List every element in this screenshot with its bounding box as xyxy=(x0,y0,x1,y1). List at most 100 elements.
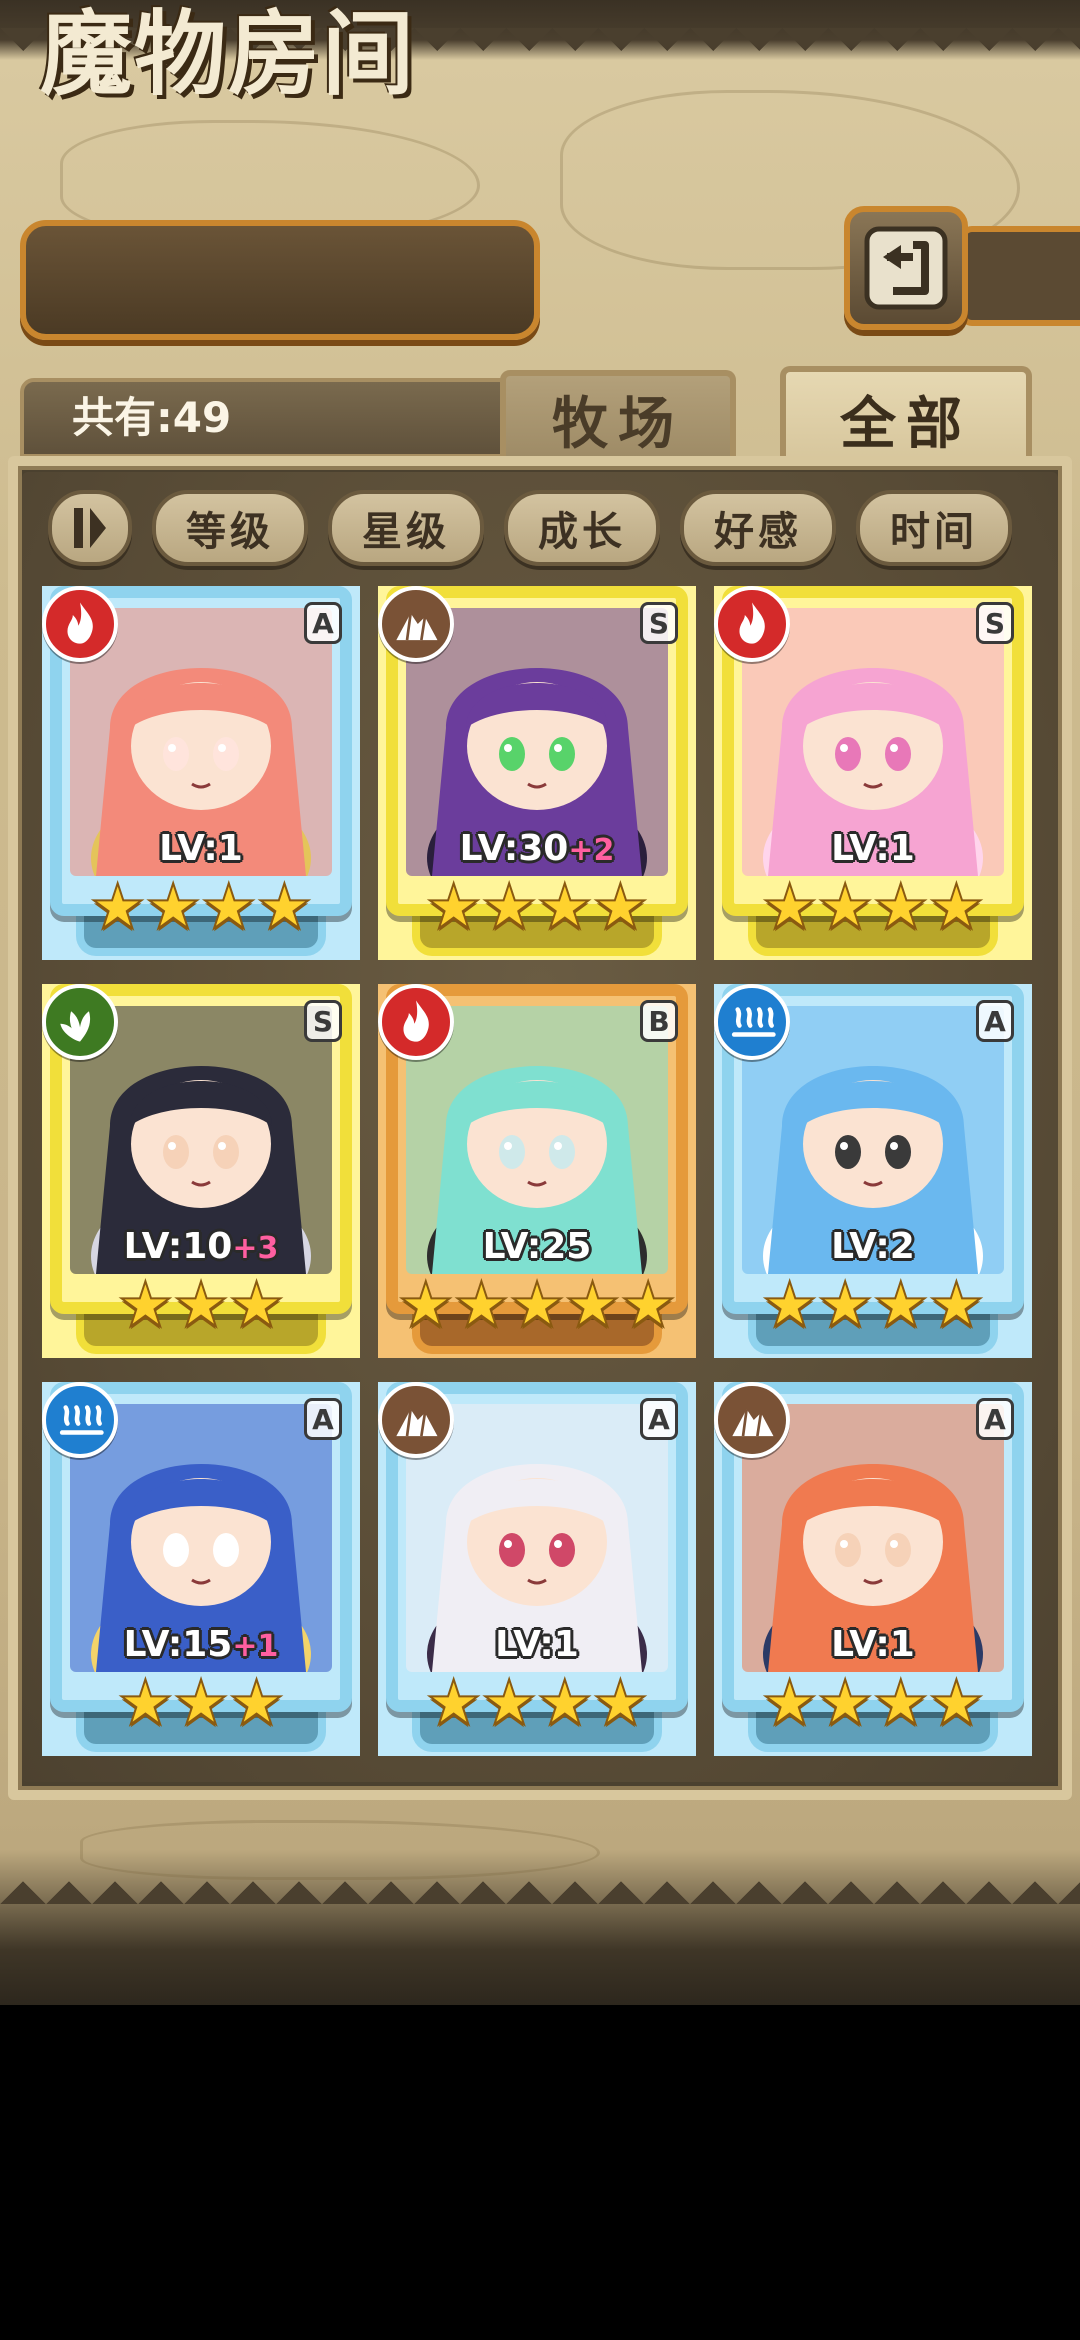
star-rating: ★ ★ ★ ★ xyxy=(42,872,360,942)
rank-badge: A xyxy=(976,1398,1014,1440)
star-icon: ★ xyxy=(761,1268,819,1341)
star-icon: ★ xyxy=(872,870,930,943)
earth-element-icon xyxy=(378,586,454,662)
monster-card[interactable]: S LV:10+3 ★ ★ ★ xyxy=(42,984,360,1358)
star-icon: ★ xyxy=(508,1268,566,1341)
monster-card[interactable]: A LV:15+1 ★ ★ ★ xyxy=(42,1382,360,1756)
star-icon: ★ xyxy=(425,1666,483,1739)
level-label: LV:15+1 xyxy=(42,1624,360,1665)
level-value: LV:15 xyxy=(123,1624,233,1665)
game-screen: 魔物房间 共有:49 牧场 全部 等级 星级 成长 好感 时间 A LV:1 ★ ★ ★… xyxy=(0,0,1080,2005)
star-icon: ★ xyxy=(228,1268,286,1341)
tab-all[interactable]: 全部 xyxy=(780,366,1032,466)
monster-card[interactable]: S LV:30+2 ★ ★ ★ ★ xyxy=(378,586,696,960)
level-label: LV:30+2 xyxy=(378,828,696,869)
fire-element-icon xyxy=(378,984,454,1060)
level-value: LV:30 xyxy=(459,828,569,869)
star-icon: ★ xyxy=(144,870,202,943)
sort-order-icon xyxy=(74,508,106,548)
rank-badge: A xyxy=(976,1000,1014,1042)
rank-badge: B xyxy=(640,1000,678,1042)
star-icon: ★ xyxy=(592,1666,650,1739)
page-title: 魔物房间 xyxy=(40,0,417,108)
sort-affection-button[interactable]: 好感 xyxy=(680,490,836,566)
star-icon: ★ xyxy=(928,870,986,943)
star-rating: ★ ★ ★ ★ xyxy=(378,872,696,942)
sort-star-button[interactable]: 星级 xyxy=(328,490,484,566)
monster-card[interactable]: A LV:2 ★ ★ ★ ★ xyxy=(714,984,1032,1358)
star-rating: ★ ★ ★ ★ xyxy=(714,872,1032,942)
star-rating: ★ ★ ★ xyxy=(42,1668,360,1738)
level-label: LV:1 xyxy=(714,828,1032,869)
level-label: LV:1 xyxy=(378,1624,696,1665)
star-icon: ★ xyxy=(872,1268,930,1341)
star-rating: ★ ★ ★ xyxy=(42,1270,360,1340)
star-icon: ★ xyxy=(564,1268,622,1341)
fire-element-icon xyxy=(714,586,790,662)
level-label: LV:1 xyxy=(42,828,360,869)
star-icon: ★ xyxy=(592,870,650,943)
star-icon: ★ xyxy=(536,870,594,943)
sort-growth-button[interactable]: 成长 xyxy=(504,490,660,566)
star-icon: ★ xyxy=(228,1666,286,1739)
back-rail xyxy=(960,226,1080,326)
rank-badge: A xyxy=(304,602,342,644)
water-element-icon xyxy=(42,1382,118,1458)
earth-element-icon xyxy=(714,1382,790,1458)
rank-badge: S xyxy=(640,602,678,644)
level-value: LV:1 xyxy=(831,1624,915,1665)
star-rating: ★ ★ ★ ★ xyxy=(714,1668,1032,1738)
star-icon: ★ xyxy=(117,1268,175,1341)
tab-ranch[interactable]: 牧场 xyxy=(500,370,736,462)
star-icon: ★ xyxy=(872,1666,930,1739)
star-icon: ★ xyxy=(397,1268,455,1341)
star-icon: ★ xyxy=(89,870,147,943)
star-icon: ★ xyxy=(453,1268,511,1341)
fire-element-icon xyxy=(42,586,118,662)
level-value: LV:10 xyxy=(123,1226,233,1267)
sort-toggle-button[interactable] xyxy=(48,490,132,566)
sort-level-button[interactable]: 等级 xyxy=(152,490,308,566)
monster-card[interactable]: A LV:1 ★ ★ ★ ★ xyxy=(714,1382,1032,1756)
star-icon: ★ xyxy=(816,1268,874,1341)
star-icon: ★ xyxy=(619,1268,677,1341)
star-icon: ★ xyxy=(172,1268,230,1341)
sort-time-button[interactable]: 时间 xyxy=(856,490,1012,566)
rank-badge: S xyxy=(976,602,1014,644)
back-button[interactable] xyxy=(844,206,968,330)
star-rating: ★ ★ ★ ★ xyxy=(378,1668,696,1738)
monster-card[interactable]: S LV:1 ★ ★ ★ ★ xyxy=(714,586,1032,960)
bottom-border xyxy=(0,1858,1080,1904)
level-value: LV:1 xyxy=(831,828,915,869)
rank-badge: S xyxy=(304,1000,342,1042)
level-label: LV:2 xyxy=(714,1226,1032,1267)
star-rating: ★ ★ ★ ★ xyxy=(714,1270,1032,1340)
level-bonus: +1 xyxy=(232,1629,279,1664)
star-icon: ★ xyxy=(761,1666,819,1739)
star-icon: ★ xyxy=(480,870,538,943)
star-icon: ★ xyxy=(536,1666,594,1739)
star-icon: ★ xyxy=(816,1666,874,1739)
monster-card[interactable]: A LV:1 ★ ★ ★ ★ xyxy=(42,586,360,960)
star-icon: ★ xyxy=(761,870,819,943)
level-value: LV:1 xyxy=(495,1624,579,1665)
star-icon: ★ xyxy=(928,1666,986,1739)
water-element-icon xyxy=(714,984,790,1060)
star-icon: ★ xyxy=(200,870,258,943)
rank-badge: A xyxy=(304,1398,342,1440)
total-count: 共有:49 xyxy=(72,393,232,442)
star-icon: ★ xyxy=(928,1268,986,1341)
star-icon: ★ xyxy=(425,870,483,943)
level-label: LV:10+3 xyxy=(42,1226,360,1267)
level-label: LV:1 xyxy=(714,1624,1032,1665)
star-icon: ★ xyxy=(117,1666,175,1739)
star-icon: ★ xyxy=(172,1666,230,1739)
star-icon: ★ xyxy=(816,870,874,943)
return-arrow-icon xyxy=(864,226,948,310)
monster-card[interactable]: A LV:1 ★ ★ ★ ★ xyxy=(378,1382,696,1756)
monster-card[interactable]: B LV:25 ★ ★ ★ ★ ★ xyxy=(378,984,696,1358)
star-rating: ★ ★ ★ ★ ★ xyxy=(378,1270,696,1340)
star-icon: ★ xyxy=(256,870,314,943)
title-plate xyxy=(20,220,540,340)
star-icon: ★ xyxy=(480,1666,538,1739)
